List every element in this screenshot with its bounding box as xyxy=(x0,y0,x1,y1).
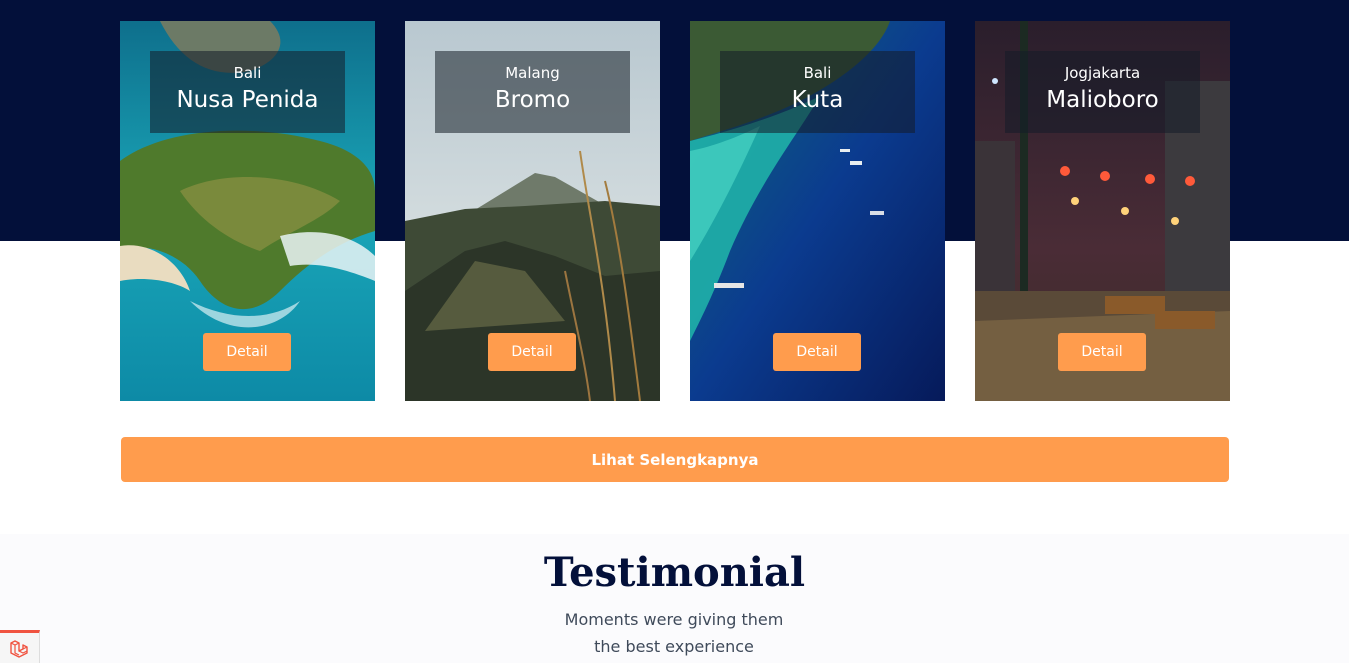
destination-region: Jogjakarta xyxy=(1064,64,1141,82)
destination-region: Bali xyxy=(233,64,262,82)
destination-caption: Jogjakarta Malioboro xyxy=(1005,51,1200,133)
see-more-button[interactable]: Lihat Selengkapnya xyxy=(121,437,1229,482)
destination-name: Bromo xyxy=(494,87,571,113)
destination-region: Malang xyxy=(505,64,560,82)
detail-button[interactable]: Detail xyxy=(773,333,861,371)
destination-name: Malioboro xyxy=(1046,87,1159,113)
destination-caption: Malang Bromo xyxy=(435,51,630,133)
destination-caption: Bali Nusa Penida xyxy=(150,51,345,133)
destination-region: Bali xyxy=(803,64,832,82)
testimonial-subtitle: Moments were giving them the best experi… xyxy=(524,606,824,660)
testimonial-section: Testimonial Moments were giving them the… xyxy=(0,534,1349,663)
destination-caption: Bali Kuta xyxy=(720,51,915,133)
destination-card-malioboro[interactable]: Jogjakarta Malioboro Detail xyxy=(975,21,1230,401)
testimonial-title: Testimonial xyxy=(543,549,806,596)
destination-card-nusa-penida[interactable]: Bali Nusa Penida Detail xyxy=(120,21,375,401)
destination-card-bromo[interactable]: Malang Bromo Detail xyxy=(405,21,660,401)
destination-name: Nusa Penida xyxy=(176,87,319,113)
debugbar-toggle[interactable] xyxy=(0,630,40,663)
testimonial-subtitle-line: the best experience xyxy=(594,637,754,656)
detail-button[interactable]: Detail xyxy=(1058,333,1146,371)
laravel-logo-icon xyxy=(10,640,28,658)
destination-name: Kuta xyxy=(791,87,844,113)
destination-card-kuta[interactable]: Bali Kuta Detail xyxy=(690,21,945,401)
detail-button[interactable]: Detail xyxy=(203,333,291,371)
detail-button[interactable]: Detail xyxy=(488,333,576,371)
testimonial-subtitle-line: Moments were giving them xyxy=(564,610,784,629)
